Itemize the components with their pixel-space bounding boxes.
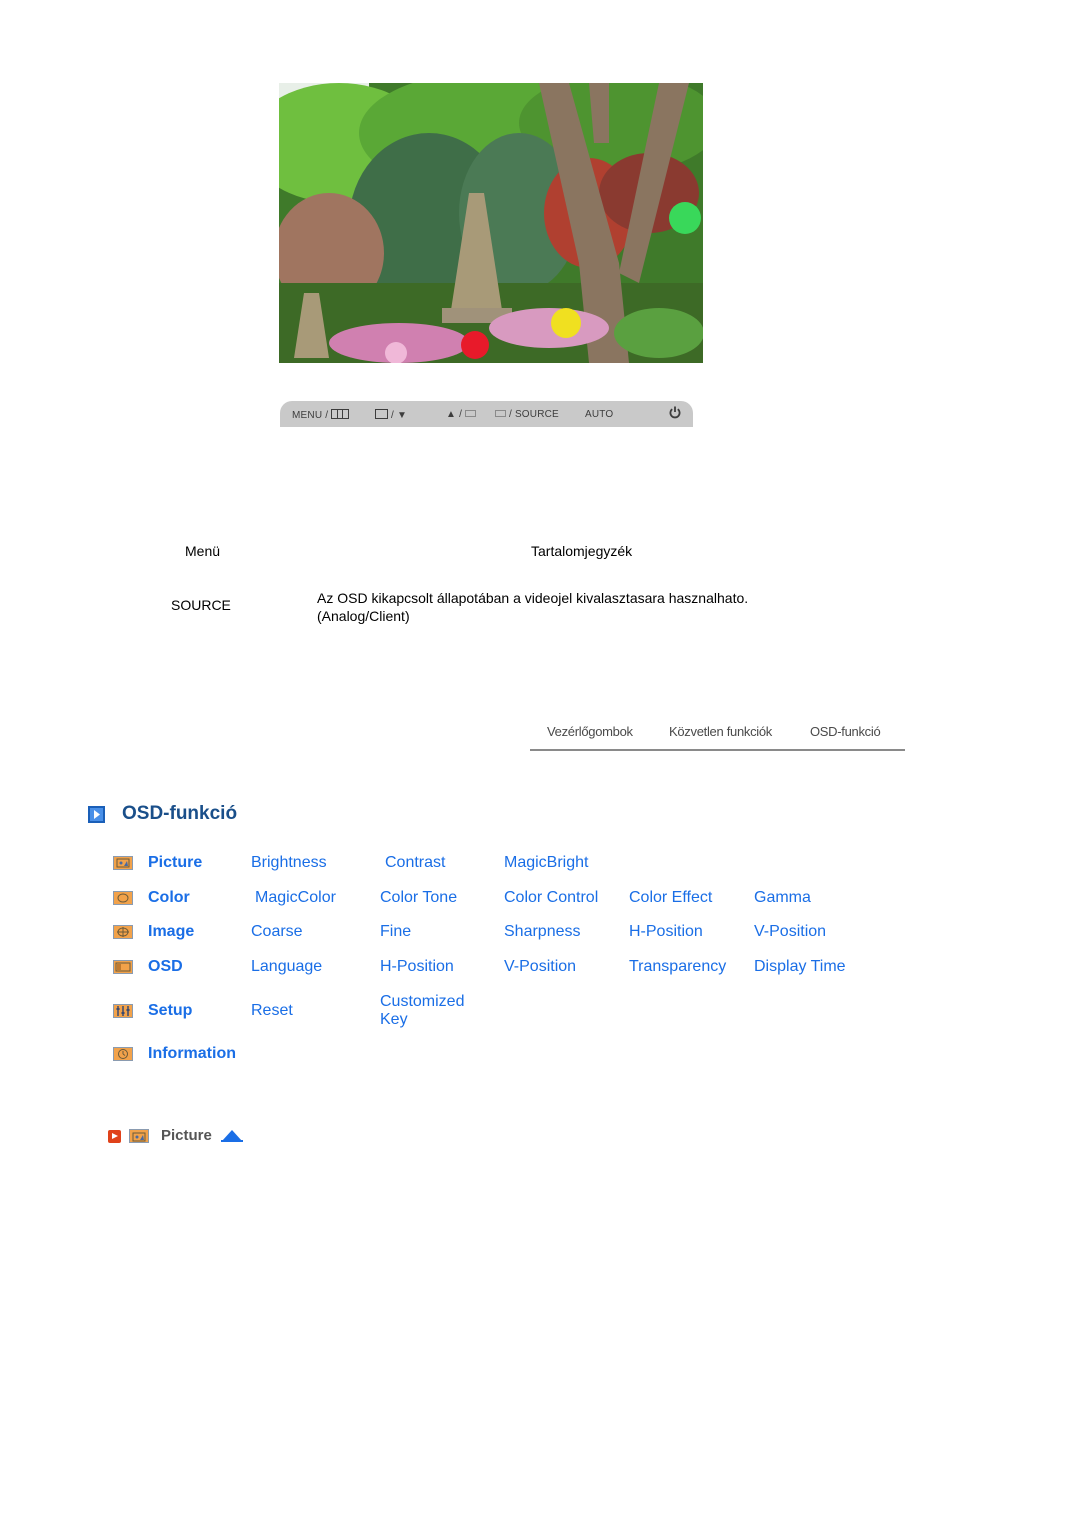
table-header-menu: Menü — [185, 543, 221, 559]
osd-item-magiccolor[interactable]: MagicColor — [255, 889, 336, 907]
osd-item-magicbright[interactable]: MagicBright — [504, 854, 588, 872]
monitor-control-strip: MENU / / ▼ ▲ / / SOURCE AUTO — [280, 401, 693, 427]
osd-item-coarse[interactable]: Coarse — [251, 923, 303, 941]
osd-item-contrast[interactable]: Contrast — [385, 854, 445, 872]
osd-item-customized-key[interactable]: Customized Key — [380, 993, 475, 1029]
enter-icon — [375, 409, 388, 419]
osd-icon — [113, 960, 133, 974]
osd-category-setup[interactable]: Setup — [148, 1002, 192, 1020]
osd-item-language[interactable]: Language — [251, 958, 322, 976]
subsection-arrow-icon — [108, 1130, 121, 1143]
nav-tab-direct-functions[interactable]: Közvetlen funkciók — [669, 724, 772, 739]
power-icon[interactable] — [669, 406, 681, 422]
brightness-small-icon — [465, 410, 477, 417]
osd-item-h-position[interactable]: H-Position — [629, 923, 703, 941]
source-button[interactable]: / SOURCE — [495, 409, 559, 420]
osd-item-transparency[interactable]: Transparency — [629, 958, 726, 976]
osd-item-brightness[interactable]: Brightness — [251, 854, 327, 872]
nav-tab-osd-functions[interactable]: OSD-funkció — [810, 724, 881, 739]
osd-category-osd[interactable]: OSD — [148, 958, 183, 976]
menu-box-icon — [331, 409, 350, 419]
table-cell-description: Az OSD kikapcsolt állapotában a videojel… — [317, 590, 749, 624]
image-icon — [113, 925, 133, 939]
information-icon — [113, 1047, 133, 1061]
photo-illustration — [279, 83, 703, 363]
setup-icon — [113, 1004, 133, 1018]
color-icon — [113, 891, 133, 905]
picture-icon — [129, 1129, 149, 1143]
section-nav: Vezérlőgombok Közvetlen funkciók OSD-fun… — [530, 724, 905, 751]
osd-category-picture[interactable]: Picture — [148, 854, 202, 872]
table-cell-menu: SOURCE — [171, 597, 231, 613]
osd-item-color-effect[interactable]: Color Effect — [629, 889, 712, 907]
nav-tab-control-buttons[interactable]: Vezérlőgombok — [547, 724, 633, 739]
osd-item-gamma[interactable]: Gamma — [754, 889, 811, 907]
osd-item-reset[interactable]: Reset — [251, 1002, 293, 1020]
back-to-top-icon[interactable] — [221, 1129, 243, 1142]
subsection-title: Picture — [161, 1127, 212, 1144]
osd-category-color[interactable]: Color — [148, 889, 190, 907]
auto-button[interactable]: AUTO — [585, 409, 613, 420]
osd-item-fine[interactable]: Fine — [380, 923, 411, 941]
osd-item-color-control[interactable]: Color Control — [504, 889, 598, 907]
picture-icon — [113, 856, 133, 870]
down-button[interactable]: / ▼ — [375, 409, 407, 421]
menu-button[interactable]: MENU / — [292, 409, 350, 421]
section-title: OSD-funkció — [122, 803, 238, 824]
monitor-sample-photo — [279, 83, 703, 363]
osd-category-information[interactable]: Information — [148, 1045, 236, 1063]
osd-item-sharpness[interactable]: Sharpness — [504, 923, 581, 941]
section-play-icon — [88, 806, 105, 823]
osd-item-v-position[interactable]: V-Position — [754, 923, 826, 941]
up-button[interactable]: ▲ / — [446, 409, 477, 420]
osd-item-color-tone[interactable]: Color Tone — [380, 889, 457, 907]
osd-category-image[interactable]: Image — [148, 923, 194, 941]
osd-item-h-position[interactable]: H-Position — [380, 958, 454, 976]
table-header-content: Tartalomjegyzék — [531, 543, 633, 559]
osd-item-v-position[interactable]: V-Position — [504, 958, 576, 976]
source-small-icon — [495, 410, 506, 417]
osd-item-display-time[interactable]: Display Time — [754, 958, 846, 976]
